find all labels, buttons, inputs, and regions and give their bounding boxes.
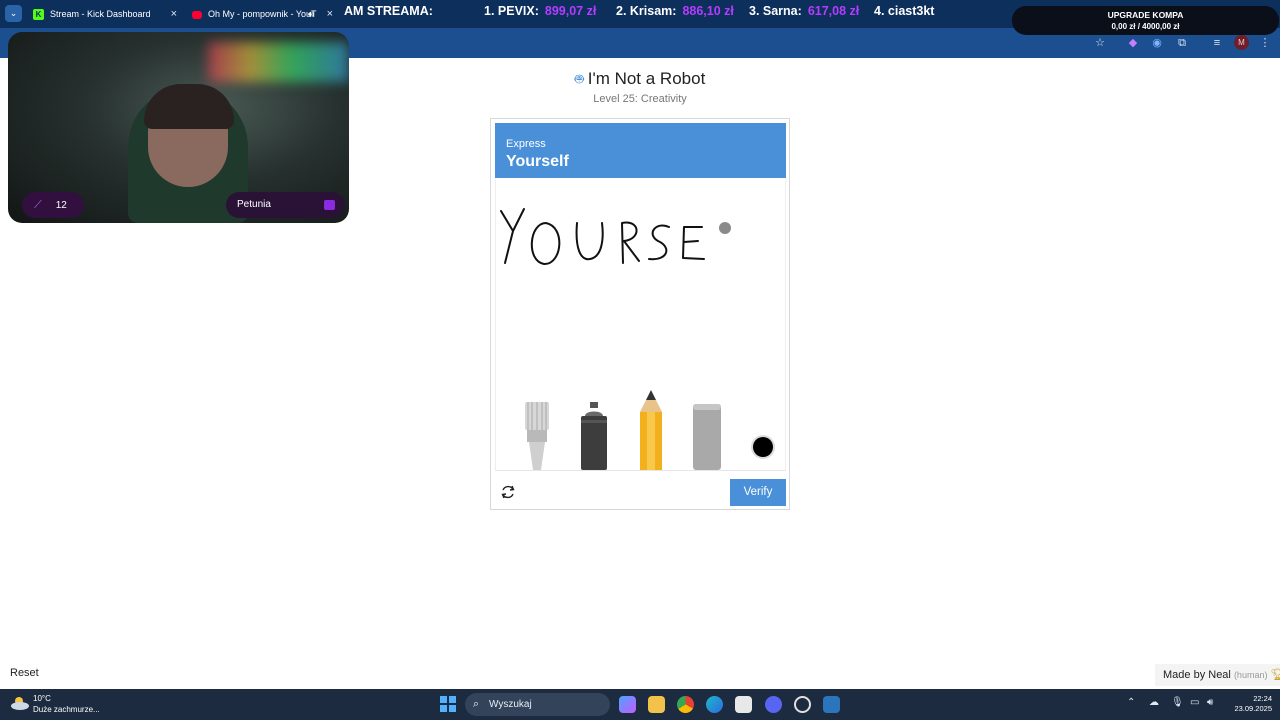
tab-kick-dashboard[interactable]: K Stream - Kick Dashboard ×	[33, 4, 177, 24]
chrome-icon[interactable]	[677, 696, 694, 713]
weather-widget[interactable]: 10°C Duże zachmurze...	[10, 693, 120, 717]
windows-start-icon[interactable]	[440, 696, 456, 712]
eraser-tool[interactable]	[692, 404, 722, 470]
weather-temp: 10°C	[33, 694, 51, 703]
leaderboard-entry: 4. ciast3kt	[874, 4, 935, 18]
microphone-icon[interactable]: 🎙︎	[1171, 697, 1184, 708]
close-tab-icon[interactable]: ×	[171, 4, 177, 24]
badge-name: Petunia	[237, 199, 271, 210]
made-by-note: (human)	[1233, 670, 1268, 680]
paintbrush-tool[interactable]	[522, 402, 552, 470]
captcha-instruction-big: Yourself	[506, 153, 569, 170]
reset-button[interactable]: Reset	[10, 667, 39, 679]
streamer-hair	[144, 84, 234, 129]
discord-icon[interactable]	[765, 696, 782, 713]
color-picker-black[interactable]	[750, 434, 776, 460]
tab-youtube[interactable]: Oh My - pompownik - YouT 🔊︎ ×	[192, 4, 333, 24]
profile-avatar[interactable]: M	[1234, 35, 1249, 50]
youtube-icon	[192, 10, 202, 19]
webcam-badge-tool: ⟋ 12	[22, 192, 84, 218]
weather-desc: Duże zachmurze...	[33, 705, 100, 714]
windows-taskbar: 10°C Duże zachmurze... ⌕ Wyszukaj ⌃ ☁︎ 🎙︎…	[0, 689, 1280, 720]
leaderboard-entry: 1. PEVIX: 899,07 zł	[484, 4, 597, 18]
brush-icon: ⟋	[34, 199, 42, 211]
made-by-credit[interactable]: Made by Neal (human) 🏆︎	[1155, 664, 1280, 686]
drawing-canvas[interactable]	[495, 179, 786, 471]
extension-icon[interactable]: ◆	[1126, 36, 1140, 50]
clock-date: 23.09.2025	[1234, 704, 1272, 713]
webcam-badge-name: Petunia	[226, 192, 345, 218]
network-icon[interactable]: ▭	[1190, 697, 1199, 708]
tray-expand-icon[interactable]: ⌃	[1127, 697, 1135, 708]
captcha-instruction-small: Express	[506, 138, 546, 150]
extensions-puzzle-icon[interactable]: ⧉	[1175, 36, 1189, 50]
tab-title: Oh My - pompownik - YouT	[208, 9, 317, 19]
extension-icon[interactable]: ◉	[1150, 36, 1164, 50]
robot-icon: 🤖︎	[574, 71, 584, 88]
copilot-icon[interactable]	[619, 696, 636, 713]
leaderboard-entry: 2. Krisam: 886,10 zł	[616, 4, 734, 18]
level-subtitle: Level 25: Creativity	[593, 93, 687, 105]
goal-title: UPGRADE KOMPA	[1107, 10, 1184, 20]
badge-square-icon	[324, 200, 335, 210]
page-title: 🤖︎ I'm Not a Robot	[574, 69, 706, 88]
kick-icon: K	[33, 9, 44, 21]
tray-app-icon[interactable]: ☁︎	[1149, 697, 1159, 708]
taskbar-search[interactable]: ⌕ Wyszukaj	[465, 693, 610, 716]
captcha-header: Express Yourself	[495, 123, 786, 178]
more-menu-icon[interactable]: ⋮	[1258, 36, 1272, 50]
webcam-overlay: ⟋ 12 Petunia	[8, 32, 349, 223]
trophy-icon: 🏆︎	[1270, 669, 1280, 681]
donation-goal-widget: UPGRADE KOMPA 0,00 zł / 4000,00 zł	[1012, 6, 1279, 35]
speaker-icon[interactable]: 🔊︎	[308, 4, 314, 24]
spray-paint-tool[interactable]	[579, 402, 609, 470]
cloud-icon	[11, 697, 29, 710]
badge-count: 12	[55, 200, 67, 211]
edge-icon[interactable]	[706, 696, 723, 713]
file-explorer-icon[interactable]	[648, 696, 665, 713]
ms-store-icon[interactable]	[735, 696, 752, 713]
search-icon: ⌕	[473, 698, 480, 710]
bookmark-star-icon[interactable]: ☆	[1093, 36, 1107, 50]
tab-title: Stream - Kick Dashboard	[50, 9, 151, 19]
captcha-footer: Verify	[491, 474, 789, 510]
leaderboard-entry: 3. Sarna: 617,08 zł	[749, 4, 860, 18]
taskbar-clock[interactable]: 22:24 23.09.2025	[1226, 694, 1272, 714]
pencil-tool[interactable]	[636, 390, 666, 470]
volume-icon[interactable]: 🔊︎	[1207, 697, 1213, 708]
close-tab-icon[interactable]: ×	[327, 4, 333, 24]
goal-progress: 0,00 zł / 4000,00 zł	[1111, 22, 1180, 31]
clock-time: 22:24	[1253, 694, 1272, 703]
steam-icon[interactable]	[823, 696, 840, 713]
verify-button[interactable]: Verify	[730, 479, 786, 506]
media-control-icon[interactable]: ≡	[1210, 36, 1224, 50]
leaderboard-title: AM STREAMA:	[344, 4, 433, 18]
tab-search-icon[interactable]: ⌄	[5, 5, 22, 22]
reload-icon[interactable]	[500, 484, 516, 500]
app-icon[interactable]	[794, 696, 811, 713]
brush-cursor	[719, 222, 731, 234]
captcha-widget: Express Yourself Verify	[490, 118, 790, 510]
